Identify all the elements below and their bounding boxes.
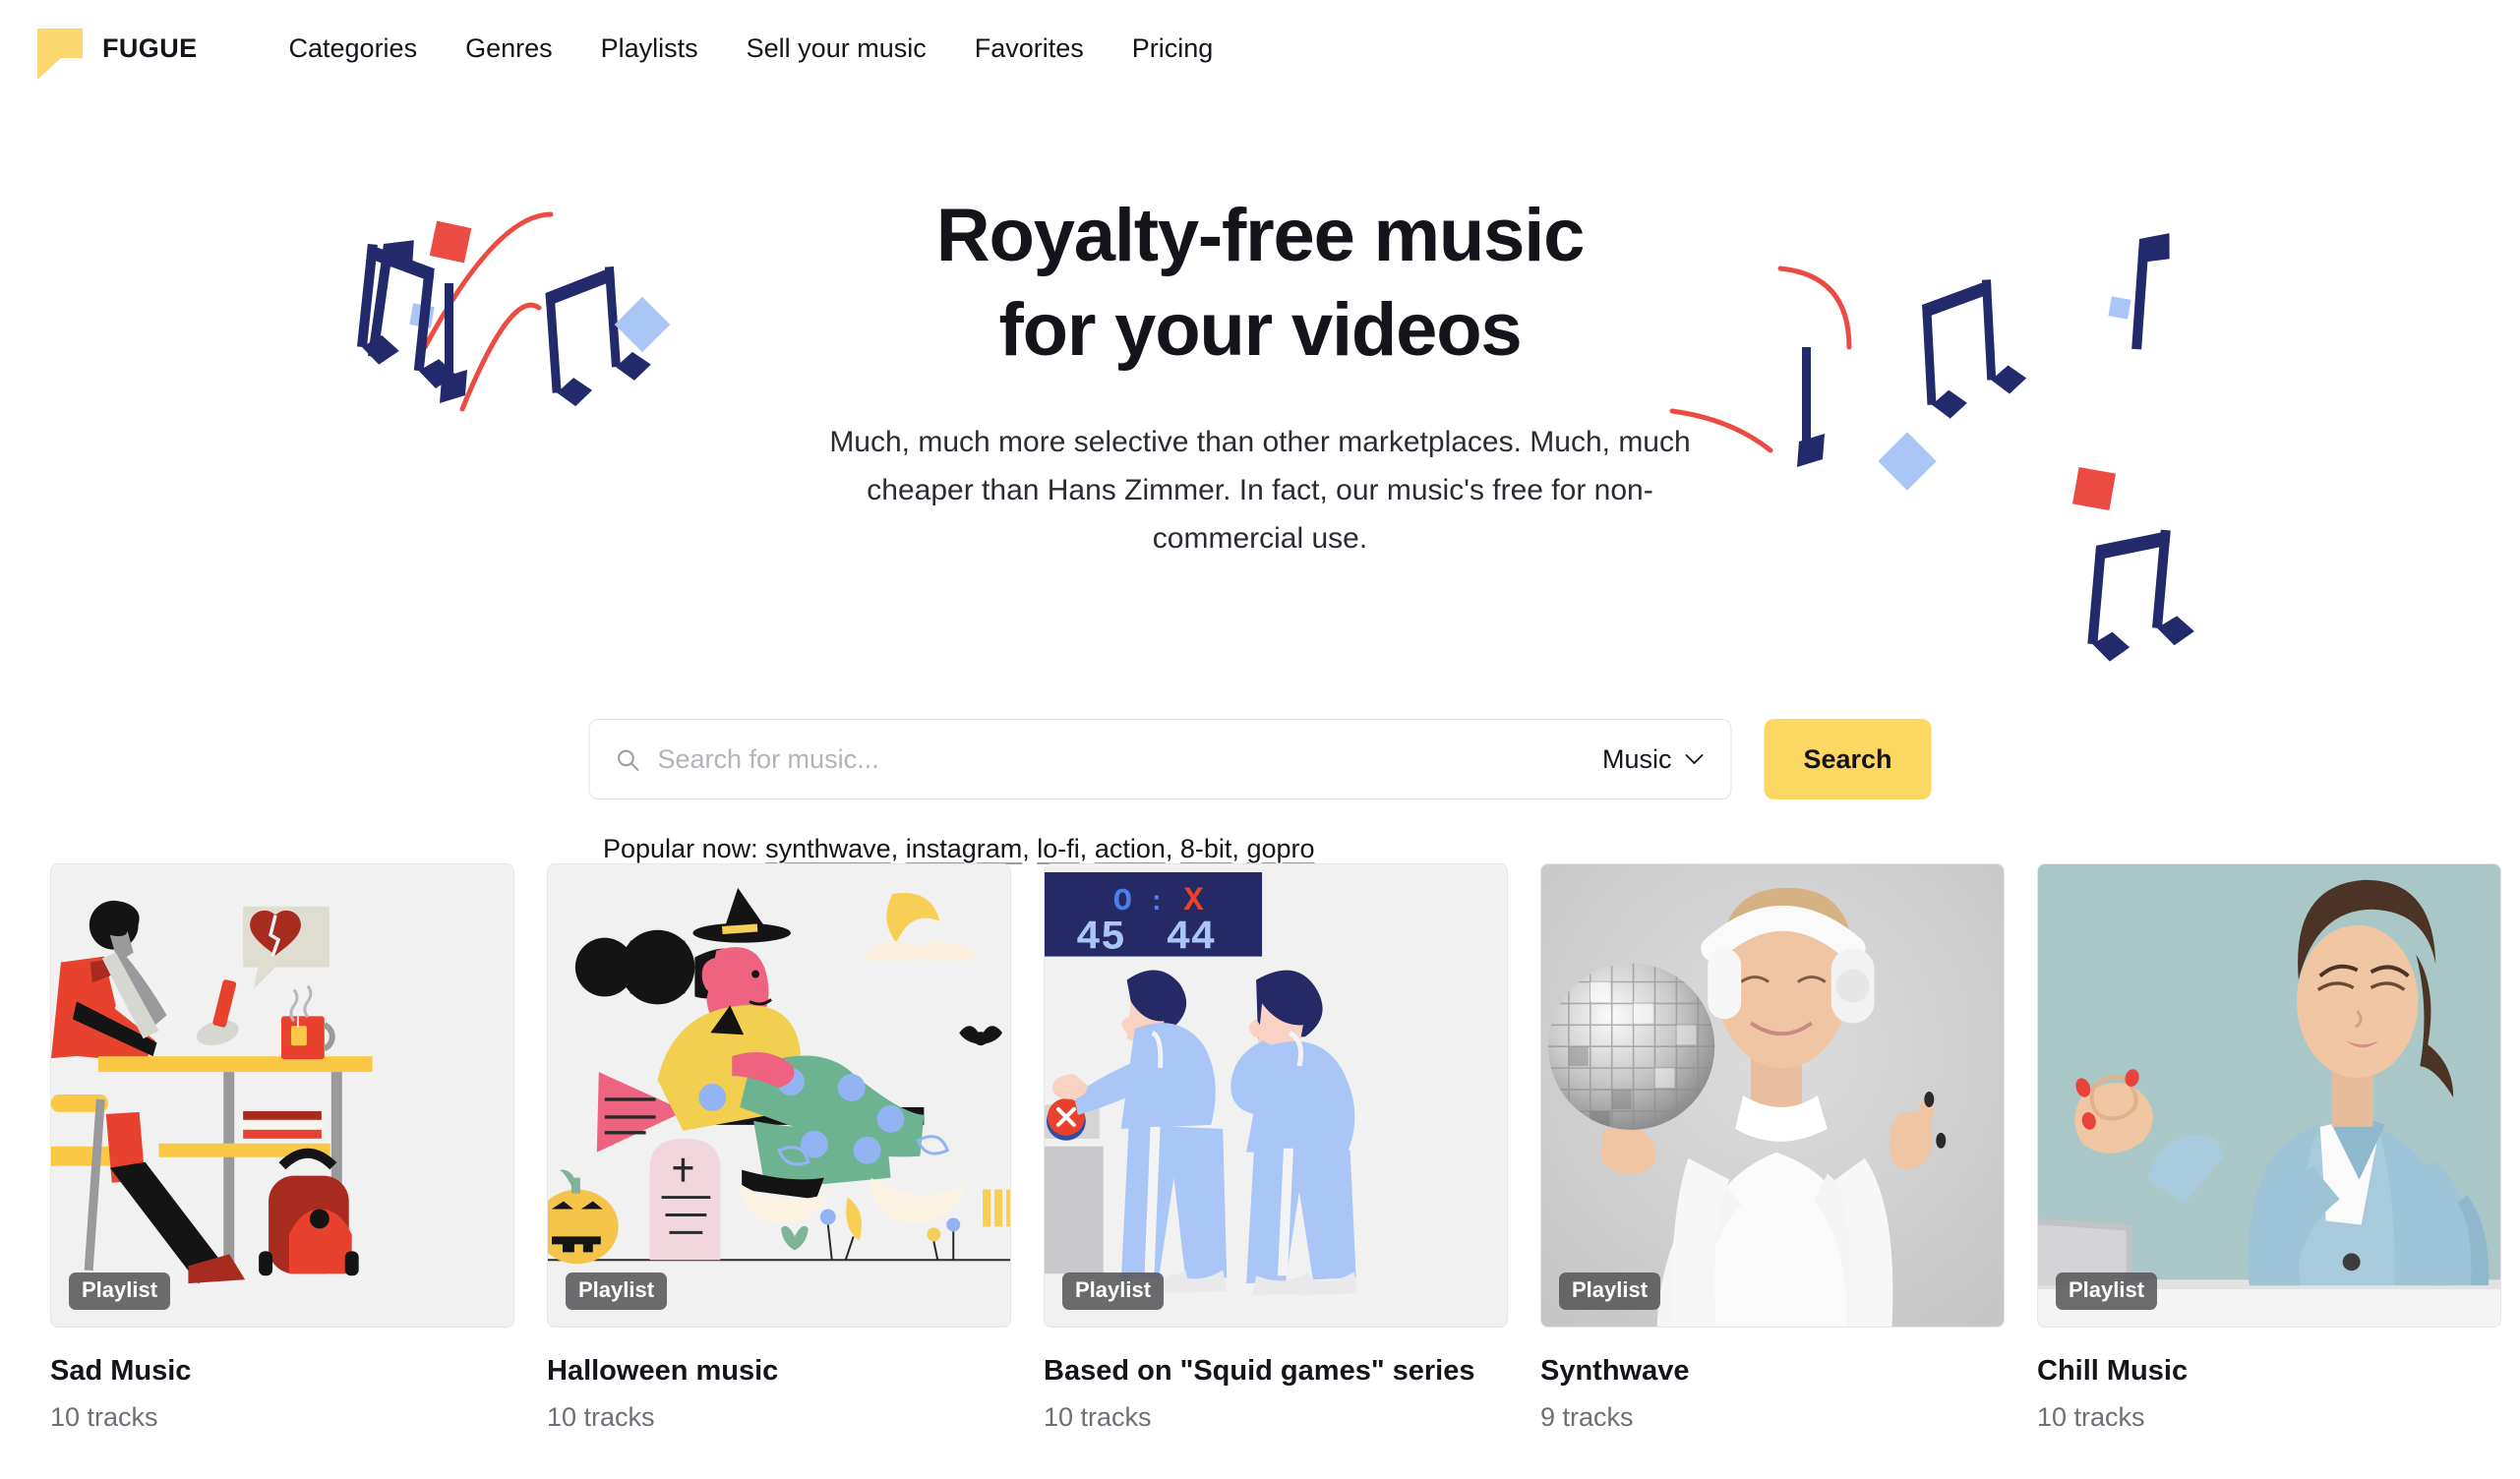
scoreboard-score-right: 44 — [1166, 915, 1215, 962]
search-input[interactable] — [657, 743, 1583, 775]
brand-logo[interactable]: FUGUE — [30, 21, 198, 80]
status-badge: Playlist — [69, 1272, 171, 1310]
music-note-icon — [2087, 529, 2194, 662]
search-button[interactable]: Search — [1764, 719, 1932, 799]
music-note-icon — [545, 266, 651, 407]
playlist-thumbnail[interactable]: Playlist — [2037, 863, 2501, 1328]
search-category-label: Music — [1601, 743, 1672, 774]
playlist-title: Based on "Squid games" series — [1044, 1355, 1475, 1387]
playlist-thumbnail[interactable]: Playlist — [50, 863, 514, 1328]
playlist-track-count: 10 tracks — [50, 1402, 158, 1432]
playlist-thumbnail[interactable]: O : X 45 44 Playlist — [1044, 863, 1508, 1328]
decor-square-red — [429, 220, 472, 264]
nav-favorites[interactable]: Favorites — [975, 33, 1084, 64]
meditating-woman-photo — [2038, 864, 2500, 1327]
decor-square-blue-small — [2108, 296, 2131, 320]
decor-diamond-blue — [1878, 432, 1937, 491]
hero-title-line-1: Royalty-free music — [935, 194, 1586, 277]
sep: , — [1022, 834, 1038, 863]
halloween-witch-illustration — [548, 864, 1010, 1327]
music-note-icon — [367, 240, 414, 358]
decor-arc-red — [459, 302, 542, 412]
playlist-title: Synthwave — [1540, 1355, 1690, 1387]
nav-genres[interactable]: Genres — [465, 33, 553, 64]
sad-music-illustration — [51, 864, 513, 1327]
decor-square-red — [2071, 466, 2117, 511]
scoreboard-score-left: 45 — [1076, 915, 1125, 962]
status-badge: Playlist — [2056, 1272, 2158, 1310]
sep: , — [1079, 834, 1095, 863]
site-header: FUGUE Categories Genres Playlists Sell y… — [0, 0, 2520, 96]
music-note-icon — [2131, 233, 2170, 350]
status-badge: Playlist — [1062, 1272, 1165, 1310]
scoreboard-colon: : — [1149, 888, 1166, 918]
nav-pricing[interactable]: Pricing — [1132, 33, 1214, 64]
hero-title-line-2: for your videos — [998, 288, 1523, 372]
nav-sell-your-music[interactable]: Sell your music — [747, 33, 927, 64]
sep: , — [890, 834, 906, 863]
playlist-thumbnail[interactable]: Playlist — [1540, 863, 2005, 1328]
decor-square-blue-small — [409, 303, 435, 328]
nav-playlists[interactable]: Playlists — [601, 33, 698, 64]
flag-logo-icon — [30, 21, 83, 80]
playlist-card-grid: Playlist Sad Music 10 tracks Playlist Ha… — [50, 863, 2501, 1433]
brand-name: FUGUE — [102, 32, 198, 63]
playlist-track-count: 10 tracks — [2037, 1402, 2145, 1432]
playlist-thumbnail[interactable]: Playlist — [547, 863, 1011, 1328]
popular-now-label: Popular now: — [603, 834, 758, 863]
music-note-icon — [440, 283, 467, 403]
page-title: Royalty-free music for your videos — [640, 199, 1880, 368]
decor-arc-red — [422, 211, 554, 350]
popular-tag-action[interactable]: action — [1095, 834, 1166, 863]
playlist-card[interactable]: Playlist Sad Music 10 tracks — [50, 863, 514, 1433]
playlist-card[interactable]: Playlist Synthwave 9 tracks — [1540, 863, 2005, 1433]
search-box[interactable]: Music — [588, 719, 1732, 799]
search-icon — [618, 749, 639, 771]
nav-categories[interactable]: Categories — [289, 33, 418, 64]
music-note-icon — [356, 243, 456, 388]
main-nav: Categories Genres Playlists Sell your mu… — [289, 33, 1214, 64]
popular-now: Popular now: synthwave, instagram, lo-fi… — [603, 834, 1315, 864]
playlist-title: Chill Music — [2037, 1355, 2189, 1387]
playlist-title: Sad Music — [50, 1355, 192, 1387]
hero-section: Royalty-free music for your videos Much,… — [0, 96, 2520, 863]
popular-tag-instagram[interactable]: instagram — [906, 834, 1023, 863]
squid-games-illustration: O : X 45 44 — [1045, 864, 1507, 1327]
sep: , — [1165, 834, 1180, 863]
hero-subtitle: Much, much more selective than other mar… — [829, 426, 1691, 555]
playlist-track-count: 10 tracks — [1044, 1402, 1152, 1432]
popular-tag-synthwave[interactable]: synthwave — [765, 834, 891, 863]
status-badge: Playlist — [1559, 1272, 1661, 1310]
status-badge: Playlist — [566, 1272, 668, 1310]
playlist-card[interactable]: Playlist Halloween music 10 tracks — [547, 863, 1011, 1433]
playlist-card[interactable]: O : X 45 44 Playlist Based on "Squid gam… — [1044, 863, 1508, 1433]
playlist-card[interactable]: Playlist Chill Music 10 tracks — [2037, 863, 2501, 1433]
popular-tag-gopro[interactable]: gopro — [1246, 834, 1314, 863]
search-row: Music Search — [588, 719, 1932, 799]
playlist-track-count: 10 tracks — [547, 1402, 655, 1432]
popular-tag-8-bit[interactable]: 8-bit — [1180, 834, 1232, 863]
playlist-track-count: 9 tracks — [1540, 1402, 1634, 1432]
popular-tag-lo-fi[interactable]: lo-fi — [1037, 834, 1080, 863]
music-note-icon — [1922, 279, 2027, 419]
chevron-down-icon — [1685, 753, 1704, 764]
sep: , — [1231, 834, 1247, 863]
disco-ball-headphones-photo — [1541, 864, 2004, 1327]
search-category-select[interactable]: Music — [1583, 744, 1704, 775]
playlist-title: Halloween music — [547, 1355, 779, 1387]
